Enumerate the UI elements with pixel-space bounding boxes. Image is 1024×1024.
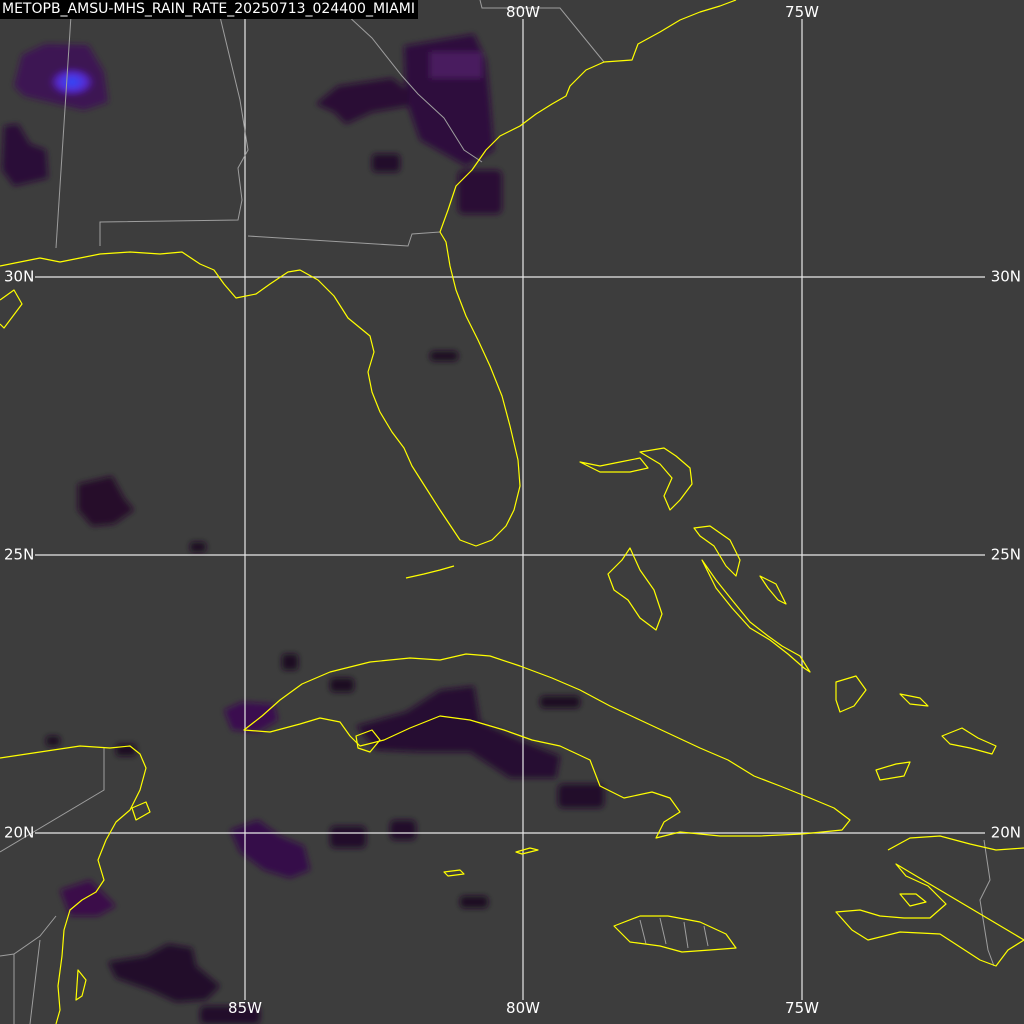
rain-cell bbox=[316, 78, 410, 124]
rain-cell bbox=[430, 52, 482, 78]
coastline-belize-cays bbox=[75, 969, 87, 1001]
rain-cell bbox=[78, 476, 134, 526]
rain-cell bbox=[330, 678, 354, 692]
political-borders bbox=[0, 0, 995, 1024]
coastline-ragged-islands bbox=[899, 693, 929, 707]
coastline-eleuthera bbox=[693, 525, 741, 577]
lat-label-right-30n: 30N bbox=[990, 267, 1021, 286]
rain-cell bbox=[558, 784, 604, 808]
country-border bbox=[0, 915, 57, 957]
coastlines bbox=[0, 0, 1024, 1024]
rain-cell bbox=[60, 880, 116, 916]
coastline-gonave bbox=[899, 893, 927, 907]
state-border bbox=[479, 0, 605, 63]
coastline-grand-bahama bbox=[579, 457, 649, 473]
coastline-great-inagua bbox=[875, 761, 911, 781]
lon-label-bottom-85w: 85W bbox=[228, 999, 262, 1017]
product-title: METOPB_AMSU-MHS_RAIN_RATE_20250713_02440… bbox=[0, 0, 418, 19]
coastline-cayman bbox=[443, 847, 539, 877]
rain-cell bbox=[2, 124, 48, 186]
rain-cell bbox=[230, 820, 310, 878]
coastline-exuma bbox=[701, 559, 811, 673]
lat-label-left-30n: 30N bbox=[4, 267, 35, 286]
rain-cell bbox=[430, 351, 458, 361]
map-canvas bbox=[0, 0, 1024, 1024]
rain-cell bbox=[372, 154, 400, 172]
lon-label-bottom-80w: 80W bbox=[506, 999, 540, 1017]
coastline-long-island bbox=[759, 575, 787, 605]
rain-cell bbox=[46, 736, 60, 746]
lon-label-bottom-75w: 75W bbox=[785, 999, 819, 1017]
coastline-andros bbox=[607, 547, 663, 631]
lat-label-right-25n: 25N bbox=[990, 545, 1021, 564]
coastline-louisiana bbox=[0, 289, 23, 329]
country-border bbox=[29, 939, 41, 1024]
rain-cell-heavy bbox=[46, 66, 98, 98]
rain-rate-layer bbox=[2, 34, 604, 1024]
rain-cell bbox=[190, 542, 206, 552]
rain-cell bbox=[356, 686, 560, 778]
coastline-yucatan bbox=[0, 745, 147, 1024]
coastline-turks-caicos bbox=[941, 727, 997, 755]
coastline-abaco bbox=[639, 447, 693, 511]
rain-cell bbox=[282, 654, 298, 670]
lat-label-right-20n: 20N bbox=[990, 823, 1021, 842]
lon-label-top-75w: 75W bbox=[785, 3, 819, 21]
coastline-keys bbox=[405, 565, 455, 579]
satellite-rain-rate-map: METOPB_AMSU-MHS_RAIN_RATE_20250713_02440… bbox=[0, 0, 1024, 1024]
lat-label-left-20n: 20N bbox=[4, 823, 35, 842]
lon-label-top-80w: 80W bbox=[506, 3, 540, 21]
state-border bbox=[247, 231, 441, 247]
parish-borders bbox=[639, 917, 709, 949]
lat-label-left-25n: 25N bbox=[4, 545, 35, 564]
coastline-inagua bbox=[835, 675, 867, 713]
rain-cell bbox=[224, 702, 278, 732]
coastline-cozumel bbox=[131, 801, 151, 821]
state-border bbox=[55, 0, 73, 249]
coastline-jamaica bbox=[613, 915, 737, 953]
country-border bbox=[979, 839, 995, 967]
coastline-hispaniola bbox=[835, 835, 1024, 967]
state-border bbox=[99, 0, 249, 246]
graticule-lines bbox=[35, 19, 985, 1000]
rain-cell bbox=[540, 696, 580, 708]
rain-cell bbox=[390, 820, 416, 840]
rain-cell bbox=[108, 944, 220, 1002]
rain-cell bbox=[460, 896, 488, 908]
rain-cell bbox=[330, 826, 366, 848]
